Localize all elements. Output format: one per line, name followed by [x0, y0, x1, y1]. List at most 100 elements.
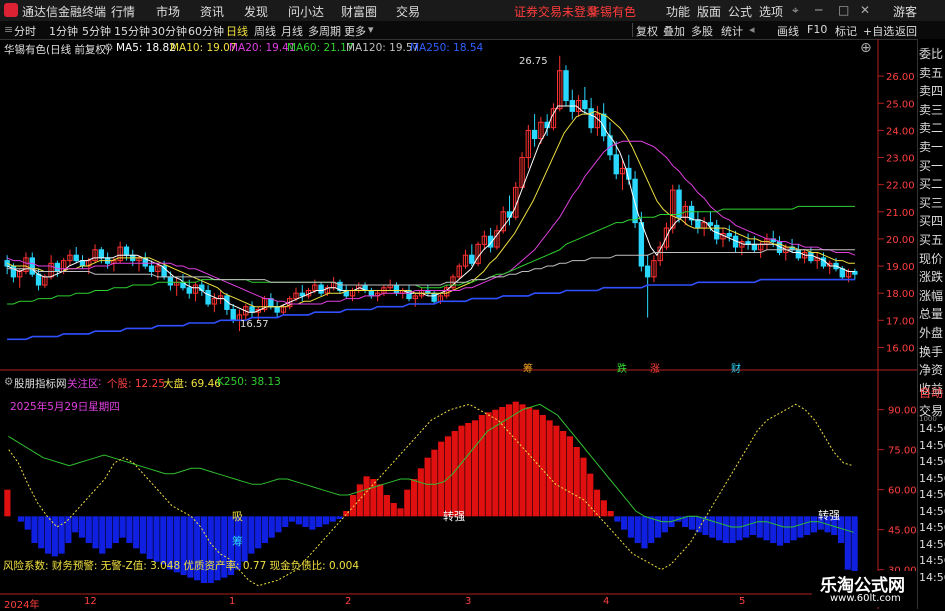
login-warning[interactable]: 证券交易未登录 [514, 3, 598, 20]
candle-body-43 [274, 306, 280, 313]
tab-60min[interactable]: 60分钟 [188, 23, 224, 39]
menu-item-trade[interactable]: 交易 [396, 3, 420, 20]
menu-item-news[interactable]: 资讯 [200, 3, 224, 20]
sub-bar-101 [688, 516, 696, 530]
menu-item-discover[interactable]: 发现 [244, 3, 268, 20]
risk-info: 风险系数: 财务预警: 无警-Z值: 3.048 优质资产率: 0.77 现金负… [3, 560, 360, 572]
sub-bar-9 [65, 516, 72, 543]
btn-add-watch[interactable]: +自选 [863, 23, 894, 39]
candle-body-107 [676, 189, 682, 218]
candle-body-92 [582, 100, 588, 110]
list-toggle-icon[interactable]: ≡ [4, 23, 13, 36]
candle-body-101 [638, 222, 645, 267]
tab-monthly[interactable]: 月线 [281, 23, 303, 39]
menu-options[interactable]: 选项 [759, 3, 783, 20]
candle-body-15 [98, 249, 105, 259]
sub-bar-11 [78, 516, 86, 538]
sub-bar-79 [539, 415, 546, 517]
sub-bar-5 [38, 516, 45, 549]
sub-bar-68 [465, 423, 472, 517]
sub-bar-48 [329, 516, 336, 522]
quote-field-10: 买五 [919, 233, 944, 247]
guest-label[interactable]: 游客 [893, 3, 917, 20]
sub-bar-70 [478, 415, 485, 517]
tick-time-0: 14:56 [919, 422, 945, 435]
candle-body-93 [588, 108, 594, 129]
quote-field-2: 卖四 [919, 84, 944, 99]
window-close-icon[interactable]: ✕ [860, 3, 870, 17]
tick-time-4: 14:56 [919, 488, 945, 501]
tab-15min[interactable]: 15分钟 [114, 23, 150, 39]
btn-f10[interactable]: F10 [807, 23, 827, 36]
window-minimize-icon[interactable]: ─ [815, 3, 822, 17]
window-maximize-icon[interactable]: □ [838, 3, 849, 17]
menu-function[interactable]: 功能 [666, 3, 690, 20]
btn-mark[interactable]: 标记 [835, 23, 857, 39]
sub-bar-46 [316, 516, 323, 527]
zhuanqiang-label-2: 转强 [818, 509, 840, 522]
quote-field-15: 外盘 [919, 326, 944, 340]
sub-bar-116 [790, 516, 797, 541]
sub-bar-63 [431, 449, 438, 517]
sub-bar-104 [709, 516, 716, 538]
candle-body-74 [469, 254, 475, 264]
sub-bar-13 [92, 516, 99, 549]
period-toolbar: ≡ 分时 1分钟 5分钟 15分钟 30分钟 60分钟 日线 周线 月线 多周期… [0, 21, 945, 40]
tab-30min[interactable]: 30分钟 [151, 23, 187, 39]
sub-bar-77 [526, 407, 533, 517]
tick-time-8: 14:56 [919, 554, 945, 567]
main-ytick-label-7: 23.00 [886, 154, 915, 165]
btn-draw[interactable]: 画线 [777, 23, 799, 39]
tab-more[interactable]: 更多 [344, 23, 366, 39]
tick-time-7: 14:56 [919, 537, 945, 551]
menu-item-quotes[interactable]: 行情 [111, 3, 135, 20]
auto-label[interactable]: 自动 [919, 384, 943, 401]
btn-overlay[interactable]: 叠加 [663, 23, 685, 39]
window-pin-icon[interactable]: ⌖ [792, 3, 799, 18]
sub-bar-45 [309, 516, 316, 530]
sub-bar-108 [736, 516, 743, 541]
tab-daily[interactable]: 日线 [226, 23, 248, 39]
sub-ytick-label-3: 75.00 [888, 446, 917, 457]
candle-body-84 [531, 129, 538, 140]
sub-bar-71 [485, 412, 492, 517]
event-finance[interactable]: 财 [731, 360, 741, 375]
menu-item-ask[interactable]: 问小达 [288, 3, 324, 20]
candle-body-5 [35, 273, 42, 286]
candle-body-128 [808, 251, 814, 262]
sub-bar-47 [322, 516, 330, 525]
scroll-left-icon[interactable]: ◂ [749, 23, 755, 36]
event-chip-1[interactable]: 筹 [523, 360, 533, 375]
event-rise[interactable]: 涨 [650, 360, 660, 375]
tab-multi-period[interactable]: 多周期 [308, 23, 341, 39]
sub-bar-39 [268, 516, 275, 538]
high-price-label: 26.75 [519, 56, 548, 67]
menu-item-market[interactable]: 市场 [156, 3, 180, 20]
main-ytick-label-6: 22.00 [886, 181, 915, 192]
menu-item-wealth[interactable]: 财富圈 [341, 3, 377, 20]
sub-bar-119 [810, 516, 818, 533]
btn-back[interactable]: 返回 [895, 23, 917, 39]
tab-1min[interactable]: 1分钟 [49, 23, 78, 39]
candle-body-47 [299, 292, 305, 297]
low-price-label: 16.57 [240, 319, 269, 330]
tab-weekly[interactable]: 周线 [254, 23, 276, 39]
candle-body-68 [431, 292, 437, 302]
quote-field-4: 卖二 [919, 121, 944, 136]
menu-formula[interactable]: 公式 [728, 3, 752, 20]
btn-stats[interactable]: 统计 [721, 23, 743, 39]
tab-minute[interactable]: 分时 [14, 23, 36, 39]
btn-multistock[interactable]: 多股 [691, 23, 713, 39]
sub-bar-55 [377, 484, 384, 517]
btn-adjust[interactable]: 复权 [636, 23, 658, 39]
sub-bar-61 [417, 468, 424, 517]
tab-5min[interactable]: 5分钟 [82, 23, 111, 39]
sub-bar-16 [112, 516, 119, 543]
sub-bar-10 [72, 516, 79, 533]
quote-field-6: 买一 [919, 158, 944, 173]
sub-bar-54 [370, 479, 377, 517]
x-label-4: 4 [603, 596, 610, 607]
event-fall[interactable]: 跌 [617, 360, 627, 375]
more-chevron-icon[interactable]: ▾ [368, 23, 374, 36]
menu-layout[interactable]: 版面 [697, 3, 721, 20]
